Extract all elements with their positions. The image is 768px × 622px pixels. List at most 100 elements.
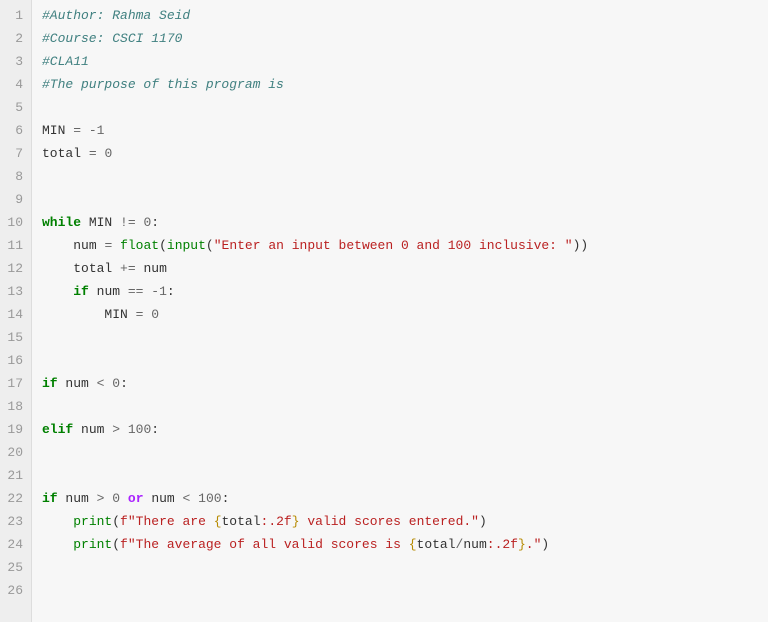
code-line[interactable]: [42, 165, 768, 188]
line-number: 20: [4, 441, 23, 464]
code-line[interactable]: if num == -1:: [42, 280, 768, 303]
punct-token: (: [159, 238, 167, 253]
keyword-token: or: [128, 491, 144, 506]
line-number: 23: [4, 510, 23, 533]
line-number: 19: [4, 418, 23, 441]
line-number: 24: [4, 533, 23, 556]
name-token: total: [417, 537, 456, 552]
name-token: total: [42, 146, 81, 161]
line-number: 2: [4, 27, 23, 50]
line-number: 1: [4, 4, 23, 27]
code-editor[interactable]: 1 2 3 4 5 6 7 8 9 10 11 12 13 14 15 16 1…: [0, 0, 768, 622]
name-token: total: [222, 514, 261, 529]
interp-token: {: [409, 537, 417, 552]
builtin-token: float: [120, 238, 159, 253]
code-line[interactable]: [42, 441, 768, 464]
line-number: 7: [4, 142, 23, 165]
builtin-token: input: [167, 238, 206, 253]
string-token: "The average of all valid scores is: [128, 537, 409, 552]
operator-token: >: [112, 422, 120, 437]
punct-token: (: [112, 514, 120, 529]
string-affix-token: f: [120, 514, 128, 529]
interp-token: {: [214, 514, 222, 529]
line-number: 8: [4, 165, 23, 188]
name-token: num: [81, 422, 104, 437]
code-line[interactable]: if num > 0 or num < 100:: [42, 487, 768, 510]
format-token: :.2f: [261, 514, 292, 529]
interp-token: }: [292, 514, 300, 529]
string-token: "There are: [128, 514, 214, 529]
line-number: 25: [4, 556, 23, 579]
comment-token: #Author: Rahma Seid: [42, 8, 190, 23]
keyword-token: if: [42, 491, 58, 506]
name-token: num: [73, 238, 96, 253]
keyword-token: while: [42, 215, 81, 230]
code-line[interactable]: print(f"The average of all valid scores …: [42, 533, 768, 556]
code-line[interactable]: [42, 395, 768, 418]
punct-token: :: [222, 491, 230, 506]
string-token: valid scores entered.": [300, 514, 479, 529]
line-number: 14: [4, 303, 23, 326]
name-token: num: [65, 376, 88, 391]
name-token: num: [65, 491, 88, 506]
name-token: num: [143, 261, 166, 276]
code-line[interactable]: [42, 326, 768, 349]
code-line[interactable]: MIN = -1: [42, 119, 768, 142]
builtin-token: print: [73, 514, 112, 529]
indent: [42, 261, 73, 276]
number-token: 0: [104, 146, 112, 161]
line-number: 15: [4, 326, 23, 349]
name-token: MIN: [42, 123, 65, 138]
indent: [42, 307, 104, 322]
code-line[interactable]: MIN = 0: [42, 303, 768, 326]
code-line[interactable]: [42, 556, 768, 579]
line-number: 21: [4, 464, 23, 487]
code-line[interactable]: #Author: Rahma Seid: [42, 4, 768, 27]
number-token: 0: [112, 376, 120, 391]
operator-token: <: [183, 491, 191, 506]
code-line[interactable]: [42, 579, 768, 602]
code-line[interactable]: elif num > 100:: [42, 418, 768, 441]
code-line[interactable]: num = float(input("Enter an input betwee…: [42, 234, 768, 257]
code-line[interactable]: #The purpose of this program is: [42, 73, 768, 96]
line-number: 10: [4, 211, 23, 234]
interp-token: }: [518, 537, 526, 552]
code-line[interactable]: total = 0: [42, 142, 768, 165]
code-line[interactable]: [42, 349, 768, 372]
punct-token: ): [479, 514, 487, 529]
comment-token: #CLA11: [42, 54, 89, 69]
name-token: total: [73, 261, 112, 276]
operator-token: +=: [120, 261, 136, 276]
keyword-token: if: [73, 284, 89, 299]
number-token: -1: [89, 123, 105, 138]
operator-token: ==: [128, 284, 144, 299]
code-line[interactable]: if num < 0:: [42, 372, 768, 395]
code-content[interactable]: #Author: Rahma Seid #Course: CSCI 1170 #…: [32, 0, 768, 622]
operator-token: !=: [120, 215, 136, 230]
line-number: 3: [4, 50, 23, 73]
code-line[interactable]: [42, 96, 768, 119]
code-line[interactable]: total += num: [42, 257, 768, 280]
code-line[interactable]: [42, 464, 768, 487]
line-number: 11: [4, 234, 23, 257]
code-line[interactable]: while MIN != 0:: [42, 211, 768, 234]
name-token: MIN: [89, 215, 112, 230]
code-line[interactable]: print(f"There are {total:.2f} valid scor…: [42, 510, 768, 533]
string-affix-token: f: [120, 537, 128, 552]
code-line[interactable]: [42, 188, 768, 211]
punct-token: (: [206, 238, 214, 253]
code-line[interactable]: #Course: CSCI 1170: [42, 27, 768, 50]
indent: [42, 284, 73, 299]
keyword-token: elif: [42, 422, 73, 437]
number-token: 0: [151, 307, 159, 322]
line-number: 13: [4, 280, 23, 303]
punct-token: :: [167, 284, 175, 299]
line-number: 17: [4, 372, 23, 395]
code-line[interactable]: #CLA11: [42, 50, 768, 73]
string-token: .": [526, 537, 542, 552]
line-number-gutter: 1 2 3 4 5 6 7 8 9 10 11 12 13 14 15 16 1…: [0, 0, 32, 622]
indent: [42, 238, 73, 253]
name-token: num: [151, 491, 174, 506]
line-number: 6: [4, 119, 23, 142]
builtin-token: print: [73, 537, 112, 552]
